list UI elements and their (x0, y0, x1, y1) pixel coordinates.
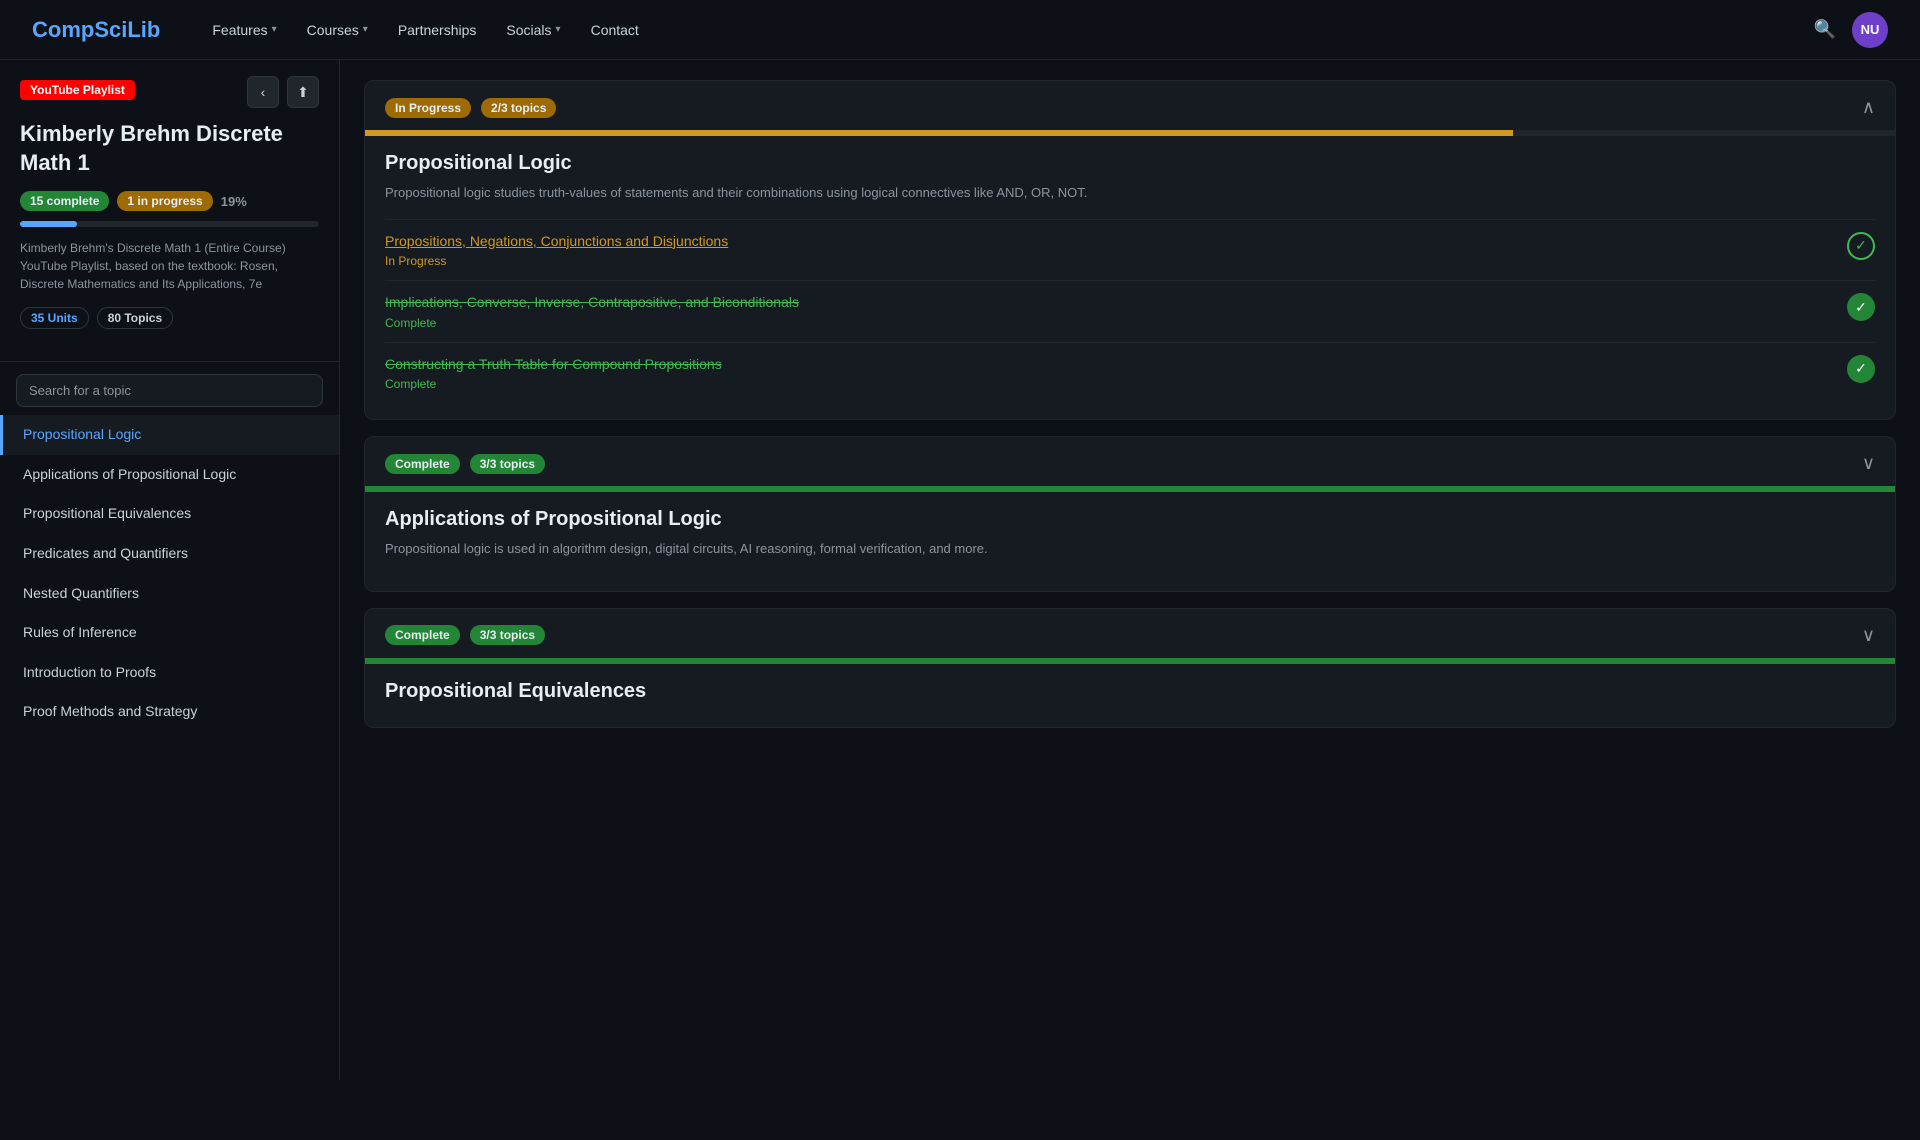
sidebar-item-nested-quantifiers[interactable]: Nested Quantifiers (0, 574, 339, 614)
card-body-equivalences: Propositional Equivalences (365, 664, 1895, 727)
topic-info: Implications, Converse, Inverse, Contrap… (385, 293, 799, 330)
nav-contact[interactable]: Contact (579, 16, 651, 44)
chevron-up-icon: ∧ (1862, 97, 1875, 118)
chevron-down-icon: ∨ (1862, 453, 1875, 474)
nav-courses[interactable]: Courses ▾ (295, 16, 380, 44)
nav-features[interactable]: Features ▾ (200, 16, 288, 44)
logo[interactable]: CompSciLib (32, 17, 160, 43)
card-propositional-logic: In Progress 2/3 topics ∧ Propositional L… (364, 80, 1896, 420)
card-header-left: Complete 3/3 topics (385, 454, 545, 474)
sidebar-item-equivalences[interactable]: Propositional Equivalences (0, 494, 339, 534)
chevron-down-icon: ▾ (363, 24, 368, 35)
search-input[interactable] (16, 374, 323, 407)
topic-name[interactable]: Propositions, Negations, Conjunctions an… (385, 232, 728, 252)
card-description: Propositional logic is used in algorithm… (385, 539, 1875, 559)
share-button[interactable]: ⬆ (287, 76, 319, 108)
nav-partnerships[interactable]: Partnerships (386, 16, 489, 44)
card-description: Propositional logic studies truth-values… (385, 183, 1875, 203)
nav-items: Features ▾ Courses ▾ Partnerships Social… (200, 16, 1813, 44)
topic-name[interactable]: Constructing a Truth Table for Compound … (385, 355, 722, 375)
card-header-left: In Progress 2/3 topics (385, 98, 556, 118)
back-button[interactable]: ‹ (247, 76, 279, 108)
sidebar-item-rules-of-inference[interactable]: Rules of Inference (0, 613, 339, 653)
share-icon: ⬆ (297, 84, 309, 101)
chevron-down-icon: ▾ (272, 24, 277, 35)
card-header-left: Complete 3/3 topics (385, 625, 545, 645)
course-description: Kimberly Brehm's Discrete Math 1 (Entire… (20, 239, 319, 293)
sidebar-header: YouTube Playlist ‹ ⬆ Kimberly Brehm Disc… (0, 80, 339, 362)
card-header-propositional-logic[interactable]: In Progress 2/3 topics ∧ (365, 81, 1895, 130)
sidebar-controls: ‹ ⬆ (247, 76, 319, 108)
logo-text: CompSciLib (32, 17, 160, 42)
chevron-down-icon: ▾ (556, 24, 561, 35)
sidebar-item-proof-methods[interactable]: Proof Methods and Strategy (0, 692, 339, 732)
topic-status: In Progress (385, 254, 728, 268)
topics-count-badge: 3/3 topics (470, 454, 545, 474)
topic-item: Propositions, Negations, Conjunctions an… (385, 219, 1875, 281)
search-box (16, 374, 323, 407)
main-layout: YouTube Playlist ‹ ⬆ Kimberly Brehm Disc… (0, 60, 1920, 1080)
in-progress-badge: 1 in progress (117, 191, 212, 211)
topic-name[interactable]: Implications, Converse, Inverse, Contrap… (385, 293, 799, 313)
status-badge-in-progress: In Progress (385, 98, 471, 118)
topics-count-badge: 3/3 topics (470, 625, 545, 645)
card-title: Propositional Logic (385, 152, 1875, 175)
avatar[interactable]: NU (1852, 12, 1888, 48)
status-badge-complete: Complete (385, 454, 460, 474)
sidebar-item-intro-proofs[interactable]: Introduction to Proofs (0, 653, 339, 693)
percent-badge: 19% (221, 194, 247, 209)
nav-socials[interactable]: Socials ▾ (494, 16, 572, 44)
sidebar: YouTube Playlist ‹ ⬆ Kimberly Brehm Disc… (0, 60, 340, 1080)
card-header-equivalences[interactable]: Complete 3/3 topics ∨ (365, 609, 1895, 658)
card-equivalences: Complete 3/3 topics ∨ Propositional Equi… (364, 608, 1896, 728)
search-icon[interactable]: 🔍 (1814, 19, 1836, 40)
units-badge: 35 Units (20, 307, 89, 329)
topics-badge: 80 Topics (97, 307, 173, 329)
sidebar-nav: Propositional Logic Applications of Prop… (0, 415, 339, 732)
status-badge-complete: Complete (385, 625, 460, 645)
card-body-applications: Applications of Propositional Logic Prop… (365, 492, 1895, 591)
nav-right: 🔍 NU (1814, 12, 1888, 48)
course-title: Kimberly Brehm Discrete Math 1 (20, 120, 319, 177)
stats-badges: 15 complete 1 in progress 19% (20, 191, 319, 211)
card-title: Propositional Equivalences (385, 680, 1875, 703)
check-circle-complete: ✓ (1847, 293, 1875, 321)
topic-item: Constructing a Truth Table for Compound … (385, 342, 1875, 404)
complete-badge: 15 complete (20, 191, 109, 211)
youtube-playlist-badge[interactable]: YouTube Playlist (20, 80, 135, 100)
topic-info: Propositions, Negations, Conjunctions an… (385, 232, 728, 269)
check-circle-complete: ✓ (1847, 355, 1875, 383)
sidebar-item-propositional-logic[interactable]: Propositional Logic (0, 415, 339, 455)
sidebar-item-predicates[interactable]: Predicates and Quantifiers (0, 534, 339, 574)
card-body-propositional-logic: Propositional Logic Propositional logic … (365, 136, 1895, 419)
card-applications: Complete 3/3 topics ∨ Applications of Pr… (364, 436, 1896, 592)
navbar: CompSciLib Features ▾ Courses ▾ Partners… (0, 0, 1920, 60)
overall-progress-fill (20, 221, 77, 227)
topic-status: Complete (385, 316, 799, 330)
check-circle-outline[interactable]: ✓ (1847, 232, 1875, 260)
card-header-applications[interactable]: Complete 3/3 topics ∨ (365, 437, 1895, 486)
topic-info: Constructing a Truth Table for Compound … (385, 355, 722, 392)
sidebar-item-applications[interactable]: Applications of Propositional Logic (0, 455, 339, 495)
card-title: Applications of Propositional Logic (385, 508, 1875, 531)
unit-topic-badges: 35 Units 80 Topics (20, 307, 319, 329)
topic-status: Complete (385, 377, 722, 391)
main-content: In Progress 2/3 topics ∧ Propositional L… (340, 60, 1920, 1080)
chevron-down-icon: ∨ (1862, 625, 1875, 646)
topics-count-badge: 2/3 topics (481, 98, 556, 118)
overall-progress-bar (20, 221, 319, 227)
topic-item: Implications, Converse, Inverse, Contrap… (385, 280, 1875, 342)
